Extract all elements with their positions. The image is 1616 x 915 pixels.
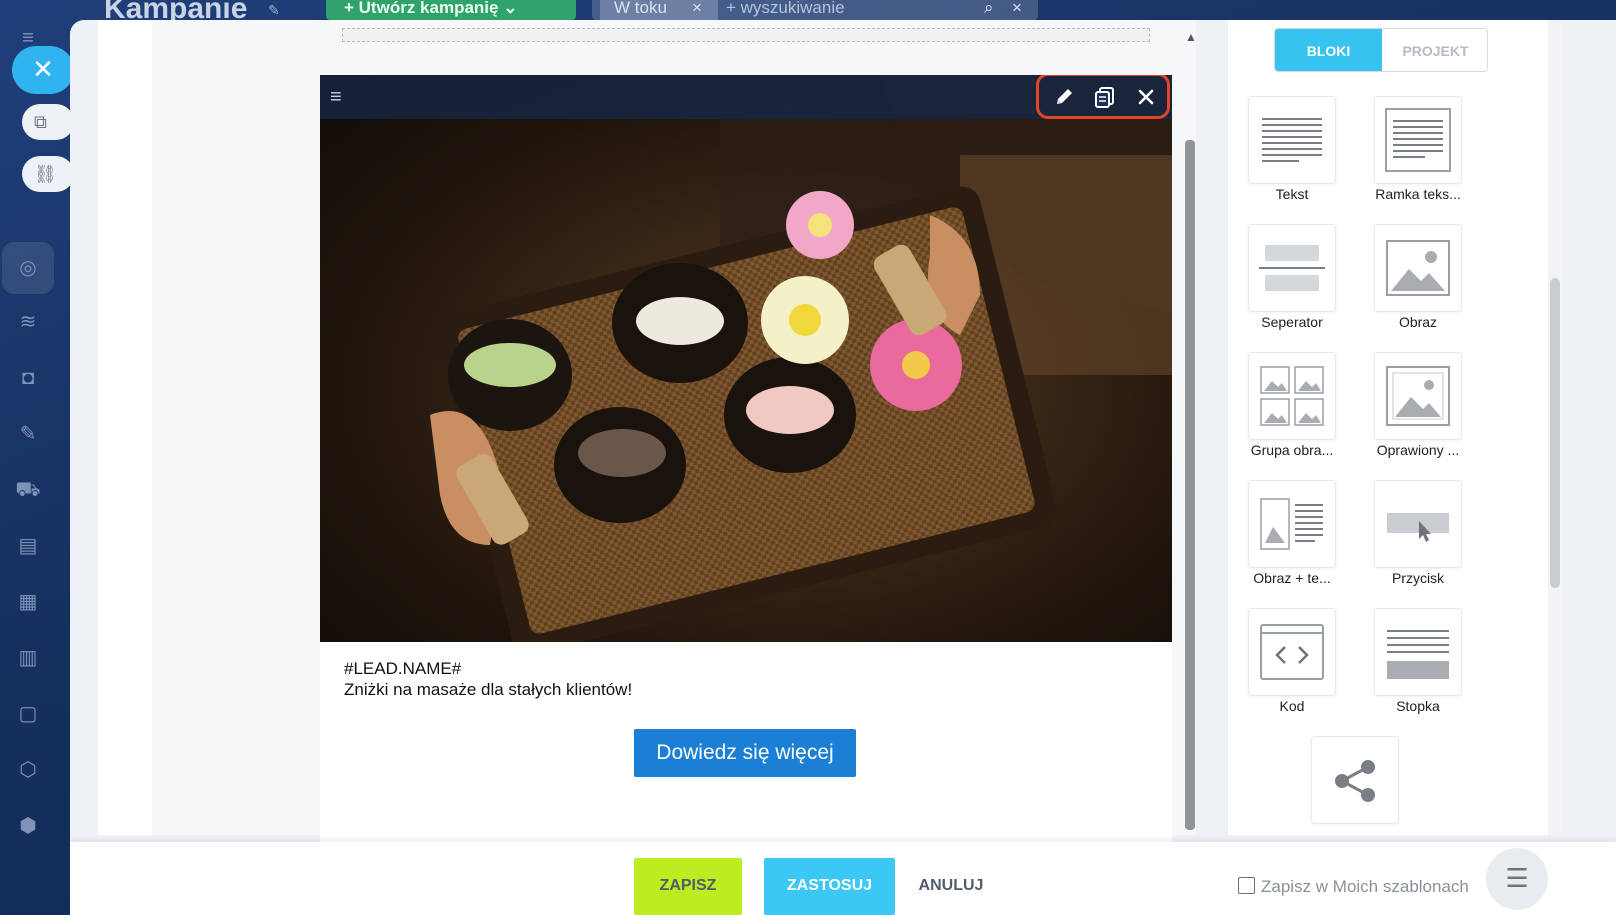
robot-icon[interactable]: ◘ [14, 364, 42, 392]
editor-canvas-inner: ≡ #LEAD.NAME# Zniżki na masaże dla stały… [152, 20, 1196, 855]
image-block-icon [1374, 224, 1462, 312]
editor-footer: ZAPISZ ZASTOSUJ ANULUJ Zapisz w Moich sz… [70, 842, 1616, 915]
search-placeholder: + wyszukiwanie [726, 0, 845, 17]
email-text-block[interactable]: #LEAD.NAME# Zniżki na masaże dla stałych… [344, 658, 632, 700]
block-label: Stopka [1396, 698, 1440, 714]
block-label: Obraz + te... [1253, 570, 1331, 586]
create-campaign-button[interactable]: + Utwórz kampanię ⌄ [326, 0, 576, 20]
tab-blocks[interactable]: BLOKI [1275, 29, 1382, 71]
framed-image-block-icon [1374, 352, 1462, 440]
calendar-icon[interactable]: ▦ [14, 588, 42, 616]
email-headline: Zniżki na masaże dla stałych klientów! [344, 680, 633, 699]
edit-icon[interactable] [1050, 83, 1078, 111]
spa-tray-image[interactable]: ≡ [320, 75, 1172, 642]
block-label: Ramka teks... [1375, 186, 1461, 202]
email-block: ≡ #LEAD.NAME# Zniżki na masaże dla stały… [320, 75, 1172, 855]
blocks-sidebar: BLOKI PROJEKT Tekst Ramka teks... Sepera… [1228, 20, 1562, 835]
save-template-label: Zapisz w Moich szablonach [1261, 877, 1469, 896]
external-link-icon: ⧉ [34, 112, 47, 132]
separator-block-icon [1248, 224, 1336, 312]
tab-design[interactable]: PROJEKT [1382, 29, 1487, 71]
button-block-icon [1374, 480, 1462, 568]
block-label: Grupa obra... [1250, 442, 1334, 458]
cart-icon[interactable]: ⛟ [14, 476, 42, 504]
delete-icon[interactable] [1132, 83, 1160, 111]
text-block-icon [1248, 96, 1336, 184]
open-new-window-button[interactable]: ⧉ [22, 104, 74, 140]
sidebar-tabs: BLOKI PROJEKT [1274, 28, 1488, 72]
plus-icon: + [344, 0, 359, 17]
drop-zone[interactable] [342, 28, 1150, 42]
sidebar-scrollbar-thumb[interactable] [1550, 278, 1560, 588]
link-icon: ⛓ [34, 164, 57, 184]
lead-name-placeholder: #LEAD.NAME# [344, 659, 462, 678]
cancel-button[interactable]: ANULUJ [916, 858, 986, 915]
store-icon[interactable]: ▤ [14, 532, 42, 560]
search-icon[interactable]: ⌕ [984, 0, 994, 18]
save-template-option[interactable]: Zapisz w Moich szablonach [1238, 877, 1469, 897]
save-button[interactable]: ZAPISZ [634, 858, 742, 915]
editor-canvas: ≡ #LEAD.NAME# Zniżki na masaże dla stały… [98, 20, 1196, 855]
shield-icon[interactable]: ⬡ [14, 756, 42, 784]
chip-close-icon[interactable]: × [692, 0, 702, 18]
pin-icon[interactable]: ✎ [268, 2, 280, 19]
copy-link-button[interactable]: ⛓ [22, 156, 74, 192]
clear-search-icon[interactable]: × [1012, 0, 1022, 18]
pencil-icon[interactable]: ✎ [14, 420, 42, 448]
copy-icon[interactable] [1091, 83, 1119, 111]
block-toolbar: ≡ [320, 75, 1172, 119]
close-icon: ✕ [32, 54, 54, 84]
share-block-icon [1311, 736, 1399, 824]
chart-icon[interactable]: ▥ [14, 644, 42, 672]
block-label: Oprawiony ... [1376, 442, 1460, 458]
footer-block-icon [1374, 608, 1462, 696]
drag-handle-icon[interactable]: ≡ [330, 86, 352, 108]
filter-chip-label: W toku [614, 0, 667, 17]
spa-tray-illustration [430, 75, 1172, 642]
scroll-up-arrow[interactable]: ▲ [1185, 30, 1197, 44]
image-group-block-icon [1248, 352, 1336, 440]
save-template-checkbox[interactable] [1238, 877, 1255, 894]
cube-icon[interactable]: ⬢ [14, 812, 42, 840]
apply-button[interactable]: ZASTOSUJ [764, 858, 895, 915]
create-campaign-label: Utwórz kampanię [358, 0, 499, 17]
text-frame-block-icon [1374, 96, 1462, 184]
filter-search-bar[interactable]: W toku × + wyszukiwanie ⌕ × [592, 0, 1038, 20]
close-slider-button[interactable]: ✕ [12, 46, 74, 94]
target-icon[interactable]: ◎ [14, 254, 42, 282]
funnel-icon[interactable]: ≋ [14, 308, 42, 336]
chevron-down-icon: ⌄ [503, 0, 518, 17]
block-label: Kod [1279, 698, 1305, 714]
background-topbar: Kampanie ✎ + Utwórz kampanię ⌄ W toku × … [0, 0, 1616, 25]
list-icon: ☰ [1505, 863, 1529, 893]
image-text-block-icon [1248, 480, 1336, 568]
document-icon[interactable]: ▢ [14, 700, 42, 728]
code-block-icon [1248, 608, 1336, 696]
block-label: Tekst [1275, 186, 1309, 202]
cta-button[interactable]: Dowiedz się więcej [634, 729, 856, 777]
menu-lines-button[interactable]: ☰ [1486, 848, 1548, 910]
editor-slider-panel: ≡ #LEAD.NAME# Zniżki na masaże dla stały… [70, 20, 1616, 915]
block-label: Obraz [1398, 314, 1438, 330]
canvas-scrollbar-thumb[interactable] [1185, 140, 1195, 830]
block-label: Seperator [1261, 314, 1323, 330]
block-label: Przycisk [1391, 570, 1445, 586]
